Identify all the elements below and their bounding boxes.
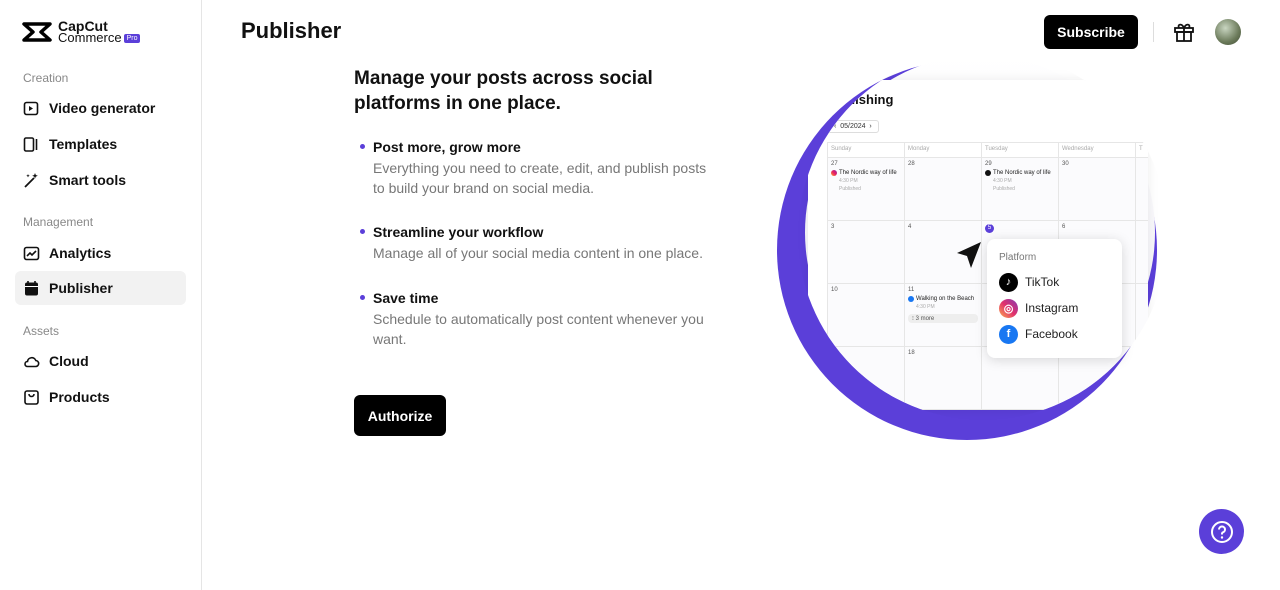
platform-popup: Platform ♪ TikTok ◎ Instagram f Facebook	[987, 239, 1122, 358]
calendar-cell: 3	[828, 221, 905, 284]
authorize-button[interactable]: Authorize	[354, 395, 446, 436]
platform-name: Instagram	[1025, 301, 1079, 315]
event-status: Published	[839, 186, 861, 192]
sidebar-item-label: Video generator	[49, 100, 156, 116]
day-header: Sunday	[828, 143, 905, 158]
calendar-cell: 18	[905, 347, 982, 410]
sidebar-item-label: Templates	[49, 136, 118, 152]
date: 6	[1062, 224, 1066, 230]
event-title: The Nordic way of life	[839, 170, 897, 176]
feature-desc: Schedule to automatically post content w…	[373, 311, 704, 347]
feature-desc: Everything you need to create, edit, and…	[373, 160, 707, 196]
header-divider	[1153, 22, 1154, 42]
sidebar-item-templates[interactable]: Templates	[15, 127, 186, 161]
pro-badge: Pro	[123, 33, 141, 43]
platform-instagram: ◎ Instagram	[999, 295, 1110, 321]
event-time: 4:30 PM	[993, 178, 1012, 184]
month-label: 05/2024	[840, 123, 866, 130]
sidebar-item-label: Publisher	[49, 280, 113, 296]
sidebar-item-cloud[interactable]: Cloud	[15, 344, 186, 378]
platform-name: TikTok	[1025, 275, 1060, 289]
avatar[interactable]	[1215, 19, 1241, 45]
sidebar-item-label: Cloud	[49, 353, 89, 369]
sidebar-item-label: Analytics	[49, 245, 112, 261]
brand-sub: Commerce	[58, 30, 122, 45]
page-title: Publisher	[241, 18, 342, 43]
feature-streamline: Streamline your workflow Manage all of yo…	[360, 224, 710, 263]
sidebar-item-products[interactable]: Products	[15, 380, 186, 414]
feature-save-time: Save time Schedule to automatically post …	[360, 290, 710, 349]
feature-title: Streamline your workflow	[360, 224, 710, 240]
date: 4	[908, 224, 912, 230]
sidebar-item-label: Products	[49, 389, 110, 405]
section-creation: Creation	[23, 71, 69, 85]
more-events: 3 more	[915, 316, 935, 322]
calendar-icon	[23, 280, 40, 297]
feature-post-more: Post more, grow more Everything you need …	[360, 139, 710, 198]
day-header: Tuesday	[982, 143, 1059, 158]
today-date: 5	[985, 224, 994, 233]
calendar-cell: 28	[905, 158, 982, 221]
platform-label: Platform	[999, 252, 1037, 263]
date: 3	[831, 224, 835, 230]
sidebar-item-label: Smart tools	[49, 172, 127, 188]
event-title: The Nordic way of life	[993, 170, 1051, 176]
sidebar-item-video-generator[interactable]: Video generator	[15, 91, 186, 125]
magic-wand-icon	[23, 172, 40, 189]
date: 11	[908, 287, 915, 293]
capcut-logo-icon	[22, 22, 52, 43]
platform-name: Facebook	[1025, 327, 1078, 341]
templates-icon	[23, 136, 40, 153]
sidebar: CapCut Commerce Pro Creation Video generat…	[0, 0, 202, 590]
cursor-arrow-icon	[955, 240, 983, 275]
event-time: 4:30 PM	[839, 178, 858, 184]
sidebar-item-smart-tools[interactable]: Smart tools	[15, 163, 186, 197]
date: 10	[831, 287, 838, 293]
sidebar-item-analytics[interactable]: Analytics	[15, 236, 186, 270]
video-play-icon	[23, 100, 40, 117]
platform-facebook: f Facebook	[999, 321, 1110, 347]
calendar-cell: 27 The Nordic way of life 4:30 PM Published	[828, 158, 905, 221]
calendar-cell	[1136, 158, 1148, 221]
date: 30	[1062, 161, 1069, 167]
sidebar-item-publisher[interactable]: Publisher	[15, 271, 186, 305]
facebook-icon: f	[999, 324, 1018, 344]
calendar-cell: 30	[1059, 158, 1136, 221]
feature-desc: Manage all of your social media content …	[373, 245, 703, 261]
question-icon	[1210, 520, 1233, 543]
day-header: Wednesday	[1059, 143, 1136, 158]
date: 27	[831, 161, 838, 167]
calendar-cell: 11 Walking on the Beach 4:30 PM ⁝ 3 more	[905, 284, 982, 347]
section-management: Management	[23, 215, 94, 229]
bag-icon	[23, 389, 40, 406]
event-status: Published	[993, 186, 1015, 192]
calendar-cell: 29 The Nordic way of life 4:30 PM Published	[982, 158, 1059, 221]
feature-title: Save time	[360, 290, 710, 306]
day-header: Monday	[905, 143, 982, 158]
cloud-icon	[23, 353, 40, 370]
date: 29	[985, 161, 992, 167]
tiktok-icon: ♪	[999, 272, 1018, 292]
capcut-commerce-logo[interactable]: CapCut Commerce Pro	[22, 19, 141, 45]
date: 28	[908, 161, 915, 167]
event-time: 4:30 PM	[916, 304, 935, 310]
headline: Manage your posts across social platform…	[354, 68, 653, 114]
feature-title: Post more, grow more	[360, 139, 710, 155]
date: 18	[908, 350, 915, 356]
help-button[interactable]	[1199, 509, 1244, 554]
calendar-cell	[1136, 221, 1148, 284]
calendar-cell: 10	[828, 284, 905, 347]
platform-tiktok: ♪ TikTok	[999, 269, 1110, 295]
event-title: Walking on the Beach	[916, 296, 975, 302]
section-assets: Assets	[23, 324, 60, 338]
chart-icon	[23, 245, 40, 262]
instagram-icon: ◎	[999, 298, 1018, 318]
